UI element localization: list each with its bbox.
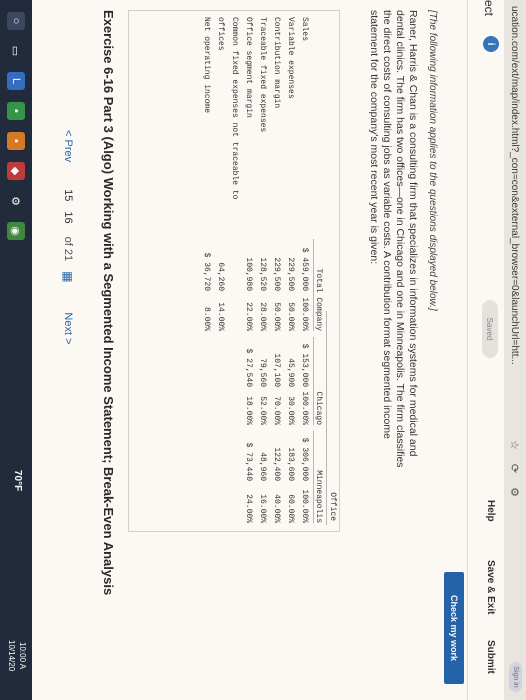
table-cell: 50.00% bbox=[286, 302, 295, 331]
check-my-work-button[interactable]: Check my work bbox=[444, 572, 464, 684]
app-icon-orange[interactable]: ▪ bbox=[7, 132, 25, 150]
table-cell: $ 459,000 bbox=[300, 247, 309, 291]
table-cell: 48,960 bbox=[258, 452, 267, 481]
table-cell: 229,500 bbox=[286, 257, 295, 291]
clock-time: 10:00 A bbox=[18, 642, 27, 670]
table-column-header: Minneapolis bbox=[313, 431, 323, 523]
segmented-income-statement: Office Total Company Chicago Minneapolis Sa… bbox=[128, 10, 340, 532]
chrome-icon[interactable]: ◉ bbox=[7, 222, 25, 240]
office-divider bbox=[326, 311, 327, 525]
table-row: Net operating income $ 36,720 8.00% bbox=[199, 11, 211, 531]
intro-note: [The following information applies to th… bbox=[427, 10, 438, 311]
grid-view-icon[interactable]: ▦ bbox=[61, 271, 75, 282]
table-cell: 60.00% bbox=[286, 494, 295, 523]
table-header-row: Total Company Chicago Minneapolis bbox=[311, 11, 323, 531]
app-icon-red[interactable]: ◆ bbox=[7, 162, 25, 180]
next-button[interactable]: Next > bbox=[62, 312, 74, 344]
weather-text[interactable]: 70°F bbox=[12, 470, 23, 491]
table-cell: $ 27,540 bbox=[244, 348, 253, 387]
table-cell: 128,520 bbox=[258, 257, 267, 291]
row-label: Contribution margin bbox=[272, 17, 281, 109]
problem-paragraph: Raner, Harris & Chan is a consulting fir… bbox=[368, 10, 419, 468]
table-cell: 52.00% bbox=[258, 396, 267, 425]
table-row: Traceable fixed expenses 128,520 28.00% 79,… bbox=[255, 11, 267, 531]
start-icon[interactable]: ○ bbox=[7, 12, 25, 30]
row-label: offices bbox=[216, 17, 225, 51]
page-total: of 21 bbox=[62, 236, 74, 262]
save-exit-link[interactable]: Save & Exit bbox=[485, 560, 496, 614]
table-cell: 24.00% bbox=[244, 494, 253, 523]
table-cell: $ 153,000 bbox=[300, 343, 309, 387]
task-view-icon[interactable]: ▭ bbox=[7, 42, 25, 60]
table-cell: 183,600 bbox=[286, 447, 295, 481]
table-cell: $ 306,000 bbox=[300, 437, 309, 481]
screen: ucation.com/ext/map/index.html?_con=con&… bbox=[0, 0, 526, 700]
table-cell: $ 73,440 bbox=[244, 442, 253, 481]
browser-url-bar[interactable]: ucation.com/ext/map/index.html?_con=con&… bbox=[503, 0, 526, 700]
table-cell: 100.00% bbox=[300, 489, 309, 523]
info-icon[interactable]: i bbox=[483, 36, 499, 52]
submit-link[interactable]: Submit bbox=[485, 640, 496, 674]
table-cell: 229,500 bbox=[272, 257, 281, 291]
row-label: Office segment margin bbox=[244, 17, 253, 118]
row-label: Net operating income bbox=[202, 17, 211, 114]
table-row: Common fixed expenses not traceable to bbox=[227, 11, 239, 531]
table-cell: 100.00% bbox=[300, 391, 309, 425]
pagination: < Prev 15 16 of 21 ▦ Next > bbox=[56, 130, 80, 345]
clock-date: 10/14/20 bbox=[7, 640, 16, 672]
table-row: Office segment margin 100,980 22.00% $ 27,5… bbox=[241, 11, 253, 531]
table-cell: 18.00% bbox=[244, 396, 253, 425]
table-row: Contribution margin 229,500 50.00% 107,100 7… bbox=[269, 11, 281, 531]
table-cell: 22.00% bbox=[244, 302, 253, 331]
table-row: offices 64,260 14.00% bbox=[213, 11, 225, 531]
signin-button[interactable]: Sign in bbox=[509, 662, 522, 692]
table-cell: $ 36,720 bbox=[202, 252, 211, 291]
bookmark-star-icon[interactable]: ☆ bbox=[509, 440, 522, 450]
table-row: Sales $ 459,000 100.00% $ 153,000 100.00% $ 3… bbox=[297, 11, 309, 531]
row-label: Common fixed expenses not traceable to bbox=[230, 17, 239, 200]
page-number-next[interactable]: 16 bbox=[62, 211, 74, 223]
office-header: Office bbox=[328, 492, 337, 521]
table-cell: 122,400 bbox=[272, 447, 281, 481]
row-label: Sales bbox=[300, 17, 309, 42]
table-row: Variable expenses 229,500 50.00% 45,900 30.0… bbox=[283, 11, 295, 531]
table-column-header: Chicago bbox=[313, 337, 323, 425]
table-cell: 28.00% bbox=[258, 302, 267, 331]
app-header: ect i Saved Help Save & Exit Submit bbox=[467, 0, 504, 700]
section-label: ect bbox=[482, 0, 496, 17]
url-text[interactable]: ucation.com/ext/map/index.html?_con=con&… bbox=[510, 6, 521, 426]
settings-icon[interactable]: ⚙ bbox=[7, 192, 25, 210]
table-cell: 45,900 bbox=[286, 358, 295, 387]
table-cell: 50.00% bbox=[272, 302, 281, 331]
reload-icon[interactable]: ⟳ bbox=[509, 464, 522, 473]
row-label: Variable expenses bbox=[286, 17, 295, 99]
table-cell: 8.00% bbox=[202, 306, 211, 331]
page-number-current[interactable]: 15 bbox=[62, 189, 74, 201]
table-cell: 64,260 bbox=[216, 262, 225, 291]
help-link[interactable]: Help bbox=[485, 500, 496, 522]
table-cell: 107,100 bbox=[272, 353, 281, 387]
table-cell: 79,560 bbox=[258, 358, 267, 387]
table-cell: 16.00% bbox=[258, 494, 267, 523]
table-cell: 100,980 bbox=[244, 257, 253, 291]
table-cell: 40.00% bbox=[272, 494, 281, 523]
row-label: Traceable fixed expenses bbox=[258, 17, 267, 133]
saved-indicator: Saved bbox=[482, 300, 498, 358]
question-content: [The following information applies to th… bbox=[367, 10, 438, 570]
app-icon-blue[interactable]: L bbox=[7, 72, 25, 90]
clock[interactable]: 10:00 A 10/14/20 bbox=[6, 640, 28, 671]
extensions-icon[interactable]: ⚙ bbox=[509, 487, 522, 497]
table-cell: 70.00% bbox=[272, 396, 281, 425]
table-cell: 30.00% bbox=[286, 396, 295, 425]
table-cell: 100.00% bbox=[300, 297, 309, 331]
app-icon-green[interactable]: ▪ bbox=[7, 102, 25, 120]
prev-button[interactable]: < Prev bbox=[62, 130, 74, 162]
os-taskbar: ○ ▭ L ▪ ▪ ◆ ⚙ ◉ 70°F 10:00 A 10/14/20 bbox=[0, 0, 32, 700]
table-column-header: Total Company bbox=[313, 239, 323, 331]
exercise-title: Exercise 6-16 Part 3 (Algo) Working with… bbox=[101, 10, 116, 596]
table-cell: 14.00% bbox=[216, 302, 225, 331]
